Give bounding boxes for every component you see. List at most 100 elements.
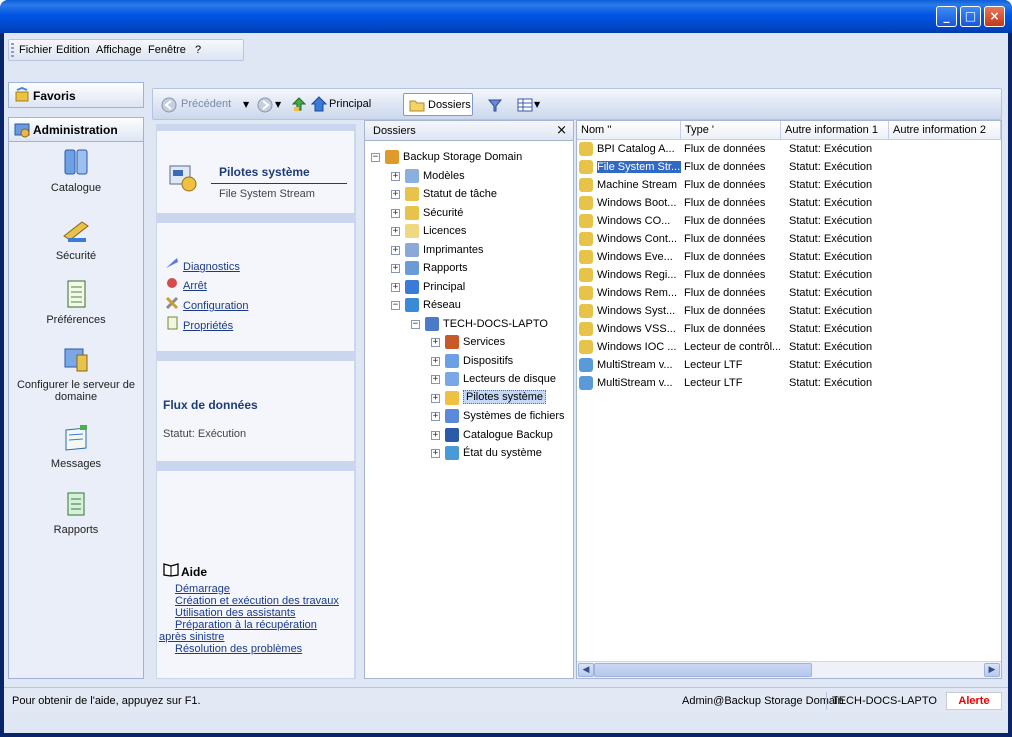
expand-icon[interactable]: + bbox=[431, 338, 440, 347]
document-icon bbox=[67, 280, 86, 308]
row-name: Windows Boot... bbox=[597, 197, 677, 209]
horizontal-scrollbar[interactable]: ◀ ▶ bbox=[577, 661, 1001, 678]
data-stream-icon bbox=[579, 250, 593, 264]
help-link-resolution[interactable]: Résolution des problèmes bbox=[175, 643, 302, 655]
main-frame: Fichier Edition Affichage Fenêtre ? Favo… bbox=[4, 33, 1008, 733]
expand-icon[interactable]: + bbox=[391, 264, 400, 273]
expand-icon[interactable]: + bbox=[391, 227, 400, 236]
row-type: Flux de données bbox=[684, 161, 766, 173]
status-bar: Pour obtenir de l'aide, appuyez sur F1. … bbox=[4, 687, 1008, 713]
help-link-creation[interactable]: Création et exécution des travaux bbox=[175, 595, 339, 607]
menu-affichage[interactable]: Affichage bbox=[96, 44, 142, 56]
row-type: Flux de données bbox=[684, 233, 766, 245]
filter-icon[interactable] bbox=[487, 97, 503, 113]
close-folders-icon[interactable]: × bbox=[556, 123, 567, 138]
table-row[interactable]: MultiStream v... Lecteur LTF Statut: Exécu… bbox=[577, 357, 1001, 375]
maximize-button[interactable]: □ bbox=[960, 6, 981, 27]
home-icon[interactable] bbox=[311, 96, 327, 112]
expand-icon[interactable]: + bbox=[391, 245, 400, 255]
column-header-type[interactable]: Type ' bbox=[681, 121, 781, 140]
table-row[interactable]: Windows Rem... Flux de données Statut: Exé… bbox=[577, 285, 1001, 303]
back-arrow-icon[interactable] bbox=[161, 97, 177, 113]
expand-icon[interactable]: + bbox=[391, 171, 400, 181]
forward-arrow-icon[interactable] bbox=[257, 97, 273, 113]
view-dropdown-icon[interactable]: ▼ bbox=[534, 100, 540, 109]
row-name: Windows Eve... bbox=[597, 251, 673, 263]
scroll-right-icon[interactable]: ▶ bbox=[984, 663, 1000, 677]
favoris-header[interactable]: Favoris bbox=[8, 82, 144, 108]
expand-icon[interactable]: + bbox=[431, 356, 440, 366]
expand-icon[interactable]: + bbox=[431, 412, 440, 421]
collapse-icon[interactable]: − bbox=[391, 301, 400, 310]
alert-badge[interactable]: Alerte bbox=[946, 692, 1002, 710]
expand-icon[interactable]: + bbox=[391, 190, 400, 199]
forward-dropdown-icon[interactable]: ▼ bbox=[275, 100, 281, 109]
doc-icon bbox=[405, 168, 419, 183]
nav-catalogue[interactable]: Catalogue bbox=[9, 146, 143, 194]
menu-help[interactable]: ? bbox=[195, 44, 201, 56]
expand-icon[interactable]: + bbox=[431, 430, 440, 440]
expand-icon[interactable]: + bbox=[431, 449, 440, 458]
nav-securite[interactable]: Sécurité bbox=[9, 214, 143, 262]
minimize-button[interactable]: _ bbox=[936, 6, 957, 27]
expand-icon[interactable]: + bbox=[391, 282, 400, 292]
row-name: MultiStream v... bbox=[597, 359, 673, 371]
menu-edition[interactable]: Edition bbox=[56, 44, 90, 56]
tree-node-label: Systèmes de fichiers bbox=[463, 410, 565, 422]
favoris-label: Favoris bbox=[33, 89, 76, 103]
expand-icon[interactable]: + bbox=[431, 375, 440, 384]
table-row[interactable]: Machine Stream Flux de données Statut: Exé… bbox=[577, 177, 1001, 195]
table-row[interactable]: Windows IOC ... Lecteur de contrôl... Stat… bbox=[577, 339, 1001, 357]
column-header-nom[interactable]: Nom '' bbox=[577, 121, 681, 140]
table-row[interactable]: BPI Catalog A... Flux de données Statut: E… bbox=[577, 141, 1001, 159]
scroll-left-icon[interactable]: ◀ bbox=[578, 663, 594, 677]
configuration-link[interactable]: Configuration bbox=[183, 300, 248, 312]
view-grid-icon[interactable] bbox=[517, 97, 533, 113]
data-stream-icon bbox=[579, 232, 593, 246]
help-link-assistants[interactable]: Utilisation des assistants bbox=[175, 607, 295, 619]
table-row[interactable]: Windows Cont... Flux de données Statut: Ex… bbox=[577, 231, 1001, 249]
scroll-thumb[interactable] bbox=[594, 663, 812, 677]
folders-button[interactable]: Dossiers bbox=[403, 93, 473, 116]
nav-messages[interactable]: Messages bbox=[9, 422, 143, 470]
home-button[interactable]: Principal bbox=[329, 98, 371, 110]
task-icon bbox=[405, 187, 419, 201]
help-link-demarrage[interactable]: Démarrage bbox=[175, 583, 230, 595]
table-row[interactable]: Windows VSS... Flux de données Statut: Exé… bbox=[577, 321, 1001, 339]
column-header-info2[interactable]: Autre information 2 bbox=[889, 121, 1001, 140]
help-link-recuperation[interactable]: Préparation à la récupération après sini… bbox=[159, 619, 347, 643]
title-bar[interactable]: _ □ × bbox=[0, 0, 1012, 33]
up-folder-icon[interactable] bbox=[291, 96, 307, 112]
table-row[interactable]: Windows Regi... Flux de données Statut: Ex… bbox=[577, 267, 1001, 285]
expand-icon[interactable]: + bbox=[431, 393, 440, 403]
nav-preferences[interactable]: Préférences bbox=[9, 278, 143, 326]
menu-fenetre[interactable]: Fenêtre bbox=[148, 44, 186, 56]
back-dropdown-icon[interactable]: ▼ bbox=[243, 100, 249, 109]
column-header-info1[interactable]: Autre information 1 bbox=[781, 121, 889, 140]
data-stream-icon bbox=[579, 322, 593, 336]
admin-header[interactable]: Administration bbox=[9, 118, 143, 142]
close-button[interactable]: × bbox=[984, 6, 1005, 27]
diagnostics-link[interactable]: Diagnostics bbox=[183, 261, 240, 273]
data-stream-icon bbox=[579, 160, 593, 174]
collapse-icon[interactable]: − bbox=[411, 319, 420, 329]
nav-rapports[interactable]: Rapports bbox=[9, 488, 143, 536]
table-row[interactable]: Windows CO... Flux de données Statut: Exéc… bbox=[577, 213, 1001, 231]
row-type: Flux de données bbox=[684, 305, 766, 317]
arret-link[interactable]: Arrêt bbox=[183, 280, 207, 292]
proprietes-link[interactable]: Propriétés bbox=[183, 320, 233, 332]
table-row[interactable]: File System Str... Flux de données Statut:… bbox=[577, 159, 1001, 177]
table-row[interactable]: Windows Boot... Flux de données Statut: Ex… bbox=[577, 195, 1001, 213]
data-stream-icon bbox=[579, 214, 593, 228]
stream-card: Flux de données Statut: Exécution bbox=[156, 360, 355, 462]
table-row[interactable]: MultiStream v... Lecteur LTF Statut: Exécu… bbox=[577, 375, 1001, 393]
expand-icon[interactable]: + bbox=[391, 208, 400, 218]
table-row[interactable]: Windows Eve... Flux de données Statut: Exé… bbox=[577, 249, 1001, 267]
toolbar-grip[interactable] bbox=[11, 43, 14, 57]
collapse-icon[interactable]: − bbox=[371, 153, 380, 162]
menu-fichier[interactable]: Fichier bbox=[19, 44, 52, 56]
table-row[interactable]: Windows Syst... Flux de données Statut: Ex… bbox=[577, 303, 1001, 321]
nav-configurer-serveur[interactable]: Configurer le serveur de domaine bbox=[9, 343, 143, 403]
back-button[interactable]: Précédent bbox=[181, 98, 231, 110]
row-info1: Statut: Exécution bbox=[789, 143, 873, 155]
